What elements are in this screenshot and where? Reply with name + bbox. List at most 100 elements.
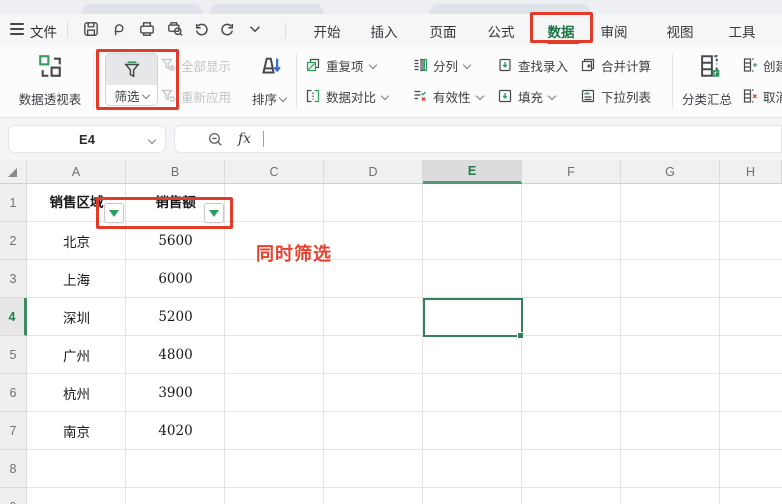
export-pdf-icon[interactable]	[110, 20, 128, 38]
select-all-triangle-icon	[8, 168, 17, 177]
reapply-label: 重新应用	[181, 87, 231, 106]
cell-a6[interactable]: 杭州	[27, 374, 126, 412]
column-header-d[interactable]: D	[324, 160, 423, 183]
filter-dropdown-region[interactable]	[104, 203, 124, 223]
formula-input[interactable]: fx	[174, 125, 782, 153]
file-menu[interactable]: 文件	[30, 21, 57, 41]
row-header-5[interactable]: 5	[0, 336, 26, 374]
redo-icon[interactable]	[219, 20, 237, 38]
duplicates-button[interactable]: 重复项	[305, 55, 376, 75]
tab-page[interactable]: 页面	[428, 21, 458, 41]
fill-handle[interactable]	[517, 332, 524, 339]
subtotal-button[interactable]: 分类汇总	[676, 50, 738, 112]
column-header-e-selected[interactable]: E	[423, 160, 522, 184]
pivot-table-button[interactable]: 数据透视表	[8, 50, 92, 112]
text-to-columns-button[interactable]: 分列	[412, 55, 470, 75]
validation-button[interactable]: 有效性	[412, 86, 483, 106]
print-preview-icon[interactable]	[166, 20, 184, 38]
row-header-1[interactable]: 1	[0, 184, 26, 222]
tab-home[interactable]: 开始	[312, 21, 342, 41]
subtotal-label: 分类汇总	[682, 89, 732, 108]
create-group-button[interactable]: 创建	[742, 55, 782, 75]
row-header-6[interactable]: 6	[0, 374, 26, 412]
column-header-g[interactable]: G	[621, 160, 720, 183]
duplicates-label: 重复项	[326, 56, 364, 75]
reapply-button[interactable]: 重新应用	[160, 86, 231, 106]
window-top-strip	[0, 0, 782, 14]
column-header-c[interactable]: C	[225, 160, 324, 183]
dropdown-list-label: 下拉列表	[601, 87, 651, 106]
chevron-down-icon	[142, 92, 149, 99]
selected-cell-e4[interactable]	[423, 298, 523, 337]
ungroup-label: 取消	[763, 87, 782, 106]
separator	[672, 53, 673, 109]
cell-b7[interactable]: 4020	[126, 412, 225, 450]
row-header-8[interactable]: 8	[0, 450, 26, 488]
cell-reference: E4	[79, 132, 95, 147]
cell-a7[interactable]: 南京	[27, 412, 126, 450]
row-header-2[interactable]: 2	[0, 222, 26, 260]
tab-data[interactable]: 数据	[546, 21, 576, 41]
sort-button[interactable]: 排序	[244, 50, 294, 112]
tab-view[interactable]: 视图	[665, 21, 695, 41]
pivot-table-label: 数据透视表	[19, 89, 82, 108]
undo-icon[interactable]	[192, 20, 210, 38]
row-header-3[interactable]: 3	[0, 260, 26, 298]
show-all-button[interactable]: 全部显示	[160, 55, 231, 75]
chevron-down-icon	[381, 93, 388, 100]
cell-b3[interactable]: 6000	[126, 260, 225, 298]
cell-b4[interactable]: 5200	[126, 298, 225, 336]
select-all-corner[interactable]	[0, 160, 27, 184]
chevron-down-icon[interactable]	[246, 20, 264, 38]
create-group-label: 创建	[763, 56, 782, 75]
separator	[285, 22, 286, 38]
menu-bar: 文件 开始 插入 页面 公式 数据 审阅 视图 工具	[0, 14, 782, 45]
validation-label: 有效性	[433, 87, 471, 106]
separator	[93, 53, 94, 109]
cell-a2[interactable]: 北京	[27, 222, 126, 260]
tab-formula[interactable]: 公式	[486, 21, 516, 41]
data-compare-button[interactable]: 数据对比	[305, 86, 388, 106]
dropdown-list-button[interactable]: 下拉列表	[580, 86, 651, 106]
row-header-9[interactable]: 9	[0, 488, 26, 504]
cell-b2[interactable]: 5600	[126, 222, 225, 260]
filter-label: 筛选	[114, 86, 139, 105]
chevron-down-icon	[463, 62, 470, 69]
separator	[67, 22, 68, 38]
column-header-a[interactable]: A	[27, 160, 126, 183]
fill-button[interactable]: 填充	[497, 86, 555, 106]
column-header-f[interactable]: F	[522, 160, 621, 183]
print-icon[interactable]	[138, 20, 156, 38]
tab-review[interactable]: 审阅	[599, 21, 629, 41]
row-header-7[interactable]: 7	[0, 412, 26, 450]
tab-insert[interactable]: 插入	[369, 21, 399, 41]
text-cursor	[263, 131, 264, 147]
spreadsheet-grid: 1 2 3 4 5 6 7 8 9 A B C D E F G H 销售区域 销…	[0, 160, 782, 504]
cell-a5[interactable]: 广州	[27, 336, 126, 374]
tab-tools[interactable]: 工具	[727, 21, 757, 41]
lookup-entry-button[interactable]: 查找录入	[497, 55, 568, 75]
ribbon: 数据透视表 筛选 全部显示 重新应用 排序	[0, 45, 782, 118]
filter-button[interactable]: 筛选	[105, 53, 158, 106]
name-box[interactable]: E4	[8, 125, 166, 153]
filter-dropdown-sales[interactable]	[204, 203, 224, 223]
cell-b6[interactable]: 3900	[126, 374, 225, 412]
separator	[296, 53, 297, 109]
document-tab[interactable]	[430, 4, 590, 14]
cell-a4[interactable]: 深圳	[27, 298, 126, 336]
document-tab[interactable]	[210, 4, 323, 14]
hamburger-menu-icon[interactable]	[10, 23, 24, 35]
consolidate-button[interactable]: 合并计算	[580, 55, 651, 75]
chevron-down-icon	[548, 93, 555, 100]
row-header-4-selected[interactable]: 4	[0, 298, 27, 336]
ungroup-button[interactable]: 取消	[742, 86, 782, 106]
zoom-search-icon	[207, 131, 224, 148]
show-all-label: 全部显示	[181, 56, 231, 75]
save-icon[interactable]	[82, 20, 100, 38]
document-tab[interactable]	[82, 4, 202, 14]
column-headers: A B C D E F G H	[0, 160, 782, 184]
cell-a3[interactable]: 上海	[27, 260, 126, 298]
column-header-h[interactable]: H	[720, 160, 782, 183]
cell-b5[interactable]: 4800	[126, 336, 225, 374]
column-header-b[interactable]: B	[126, 160, 225, 183]
